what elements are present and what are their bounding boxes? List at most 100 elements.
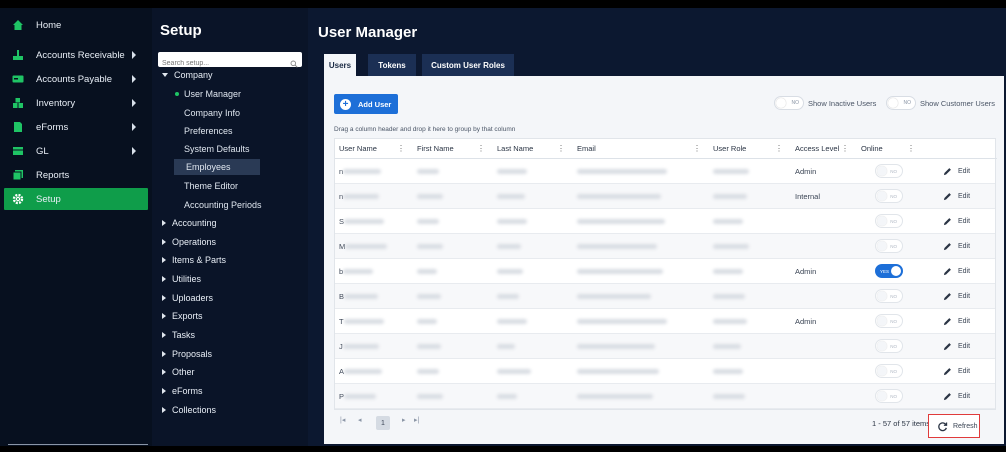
online-toggle[interactable]: NO: [875, 314, 903, 328]
page-number-current[interactable]: 1: [376, 416, 390, 430]
edit-button[interactable]: Edit: [935, 388, 977, 405]
edit-button[interactable]: Edit: [935, 213, 977, 230]
table-row[interactable]: T Admin NO Edit: [335, 309, 995, 334]
edit-button[interactable]: Edit: [935, 263, 977, 280]
tree-item-employees[interactable]: Employees: [174, 159, 260, 175]
tab-custom-user-roles[interactable]: Custom User Roles: [422, 54, 514, 76]
edit-button[interactable]: Edit: [935, 163, 977, 180]
online-toggle[interactable]: NO: [875, 189, 903, 203]
refresh-button[interactable]: Refresh: [928, 414, 980, 438]
online-toggle[interactable]: YES: [875, 264, 903, 278]
edit-button[interactable]: Edit: [935, 363, 977, 380]
toggle-knob: [877, 291, 887, 301]
toggle-text: NO: [890, 243, 897, 249]
online-toggle[interactable]: NO: [875, 289, 903, 303]
tree-item-other[interactable]: Other: [158, 364, 195, 380]
show-customer-toggle[interactable]: NO: [886, 96, 916, 110]
tree-item-uploaders[interactable]: Uploaders: [158, 290, 213, 306]
nav-item-reports[interactable]: Reports: [4, 164, 148, 186]
column-header-access-level[interactable]: Access Level ⋮: [789, 139, 855, 159]
column-menu-icon[interactable]: ⋮: [397, 144, 405, 153]
tree-item-company-info[interactable]: Company Info: [184, 105, 240, 121]
tab-users[interactable]: Users: [324, 54, 356, 76]
cell-last-name: [497, 259, 523, 284]
column-menu-icon[interactable]: ⋮: [907, 144, 915, 153]
tree-item-accounting-periods[interactable]: Accounting Periods: [184, 197, 262, 213]
nav-item-accounts-payable[interactable]: Accounts Payable: [4, 68, 148, 90]
column-menu-icon[interactable]: ⋮: [841, 144, 849, 153]
column-header-email[interactable]: Email ⋮: [571, 139, 707, 159]
tree-label: Other: [172, 367, 195, 377]
tree-item-user-manager[interactable]: User Manager: [175, 86, 241, 102]
column-menu-icon[interactable]: ⋮: [693, 144, 701, 153]
column-header-first-name[interactable]: First Name ⋮: [411, 139, 491, 159]
edit-button[interactable]: Edit: [935, 238, 977, 255]
pencil-icon: [943, 243, 951, 251]
tree-item-utilities[interactable]: Utilities: [158, 271, 201, 287]
tree-item-items-parts[interactable]: Items & Parts: [158, 252, 226, 268]
online-toggle[interactable]: NO: [875, 214, 903, 228]
column-menu-icon[interactable]: ⋮: [477, 144, 485, 153]
button-label: Edit: [958, 268, 971, 275]
redacted-value: [343, 169, 382, 174]
nav-item-eforms[interactable]: eForms: [4, 116, 148, 138]
show-inactive-toggle[interactable]: NO: [774, 96, 804, 110]
table-row[interactable]: S NO Edit: [335, 209, 995, 234]
table-row[interactable]: A NO Edit: [335, 359, 995, 384]
cell-user-name: A: [339, 359, 383, 384]
column-header-user-name[interactable]: User Name ⋮: [335, 139, 411, 159]
column-menu-icon[interactable]: ⋮: [557, 144, 565, 153]
table-row[interactable]: J NO Edit: [335, 334, 995, 359]
online-toggle[interactable]: NO: [875, 164, 903, 178]
nav-item-setup[interactable]: Setup: [4, 188, 148, 210]
online-toggle[interactable]: NO: [875, 389, 903, 403]
pencil-icon: [943, 318, 951, 326]
tree-label: Proposals: [172, 349, 213, 359]
table-row[interactable]: B NO Edit: [335, 284, 995, 309]
nav-item-gl[interactable]: GL: [4, 140, 148, 162]
tree-item-accounting[interactable]: Accounting: [158, 215, 217, 231]
pencil-icon: [943, 293, 951, 301]
toggle-knob: [888, 98, 898, 108]
next-page-icon[interactable]: ▸: [402, 416, 406, 424]
table-row[interactable]: n Admin NO Edit: [335, 159, 995, 184]
edit-button[interactable]: Edit: [935, 188, 977, 205]
online-toggle[interactable]: NO: [875, 239, 903, 253]
online-toggle[interactable]: NO: [875, 339, 903, 353]
edit-button[interactable]: Edit: [935, 338, 977, 355]
tree-item-company[interactable]: Company: [158, 67, 213, 83]
table-row[interactable]: n Internal NO Edit: [335, 184, 995, 209]
tree-item-proposals[interactable]: Proposals: [158, 346, 212, 362]
column-header-last-name[interactable]: Last Name ⋮: [491, 139, 571, 159]
add-user-button[interactable]: + Add User: [334, 94, 398, 114]
search-icon[interactable]: [290, 55, 298, 73]
edit-button[interactable]: Edit: [935, 313, 977, 330]
column-menu-icon[interactable]: ⋮: [775, 144, 783, 153]
tree-item-system-defaults[interactable]: System Defaults: [184, 141, 250, 157]
tree-item-operations[interactable]: Operations: [158, 234, 216, 250]
edit-button[interactable]: Edit: [935, 288, 977, 305]
table-row[interactable]: b Admin YES Edit: [335, 259, 995, 284]
nav-item-home[interactable]: Home: [4, 14, 148, 36]
tree-item-exports[interactable]: Exports: [158, 308, 203, 324]
online-toggle[interactable]: NO: [875, 364, 903, 378]
pencil-icon: [943, 393, 951, 401]
first-page-icon[interactable]: |◂: [340, 416, 345, 424]
column-header-online[interactable]: Online ⋮: [855, 139, 921, 159]
cell-user-role: [713, 359, 743, 384]
column-header-user-role[interactable]: User Role ⋮: [707, 139, 789, 159]
table-row[interactable]: M NO Edit: [335, 234, 995, 259]
tree-label: Tasks: [172, 330, 196, 340]
tree-item-theme-editor[interactable]: Theme Editor: [184, 178, 238, 194]
nav-item-inventory[interactable]: Inventory: [4, 92, 148, 114]
last-page-icon[interactable]: ▸|: [414, 416, 419, 424]
tree-item-tasks[interactable]: Tasks: [158, 327, 195, 343]
tree-item-collections[interactable]: Collections: [158, 402, 216, 418]
prev-page-icon[interactable]: ◂: [358, 416, 362, 424]
table-row[interactable]: P NO Edit: [335, 384, 995, 409]
tree-item-preferences[interactable]: Preferences: [184, 123, 233, 139]
tree-item-eforms[interactable]: eForms: [158, 383, 203, 399]
reports-icon: [12, 169, 24, 181]
tab-tokens[interactable]: Tokens: [368, 54, 416, 76]
nav-item-accounts-receivable[interactable]: Accounts Receivable: [4, 44, 148, 66]
